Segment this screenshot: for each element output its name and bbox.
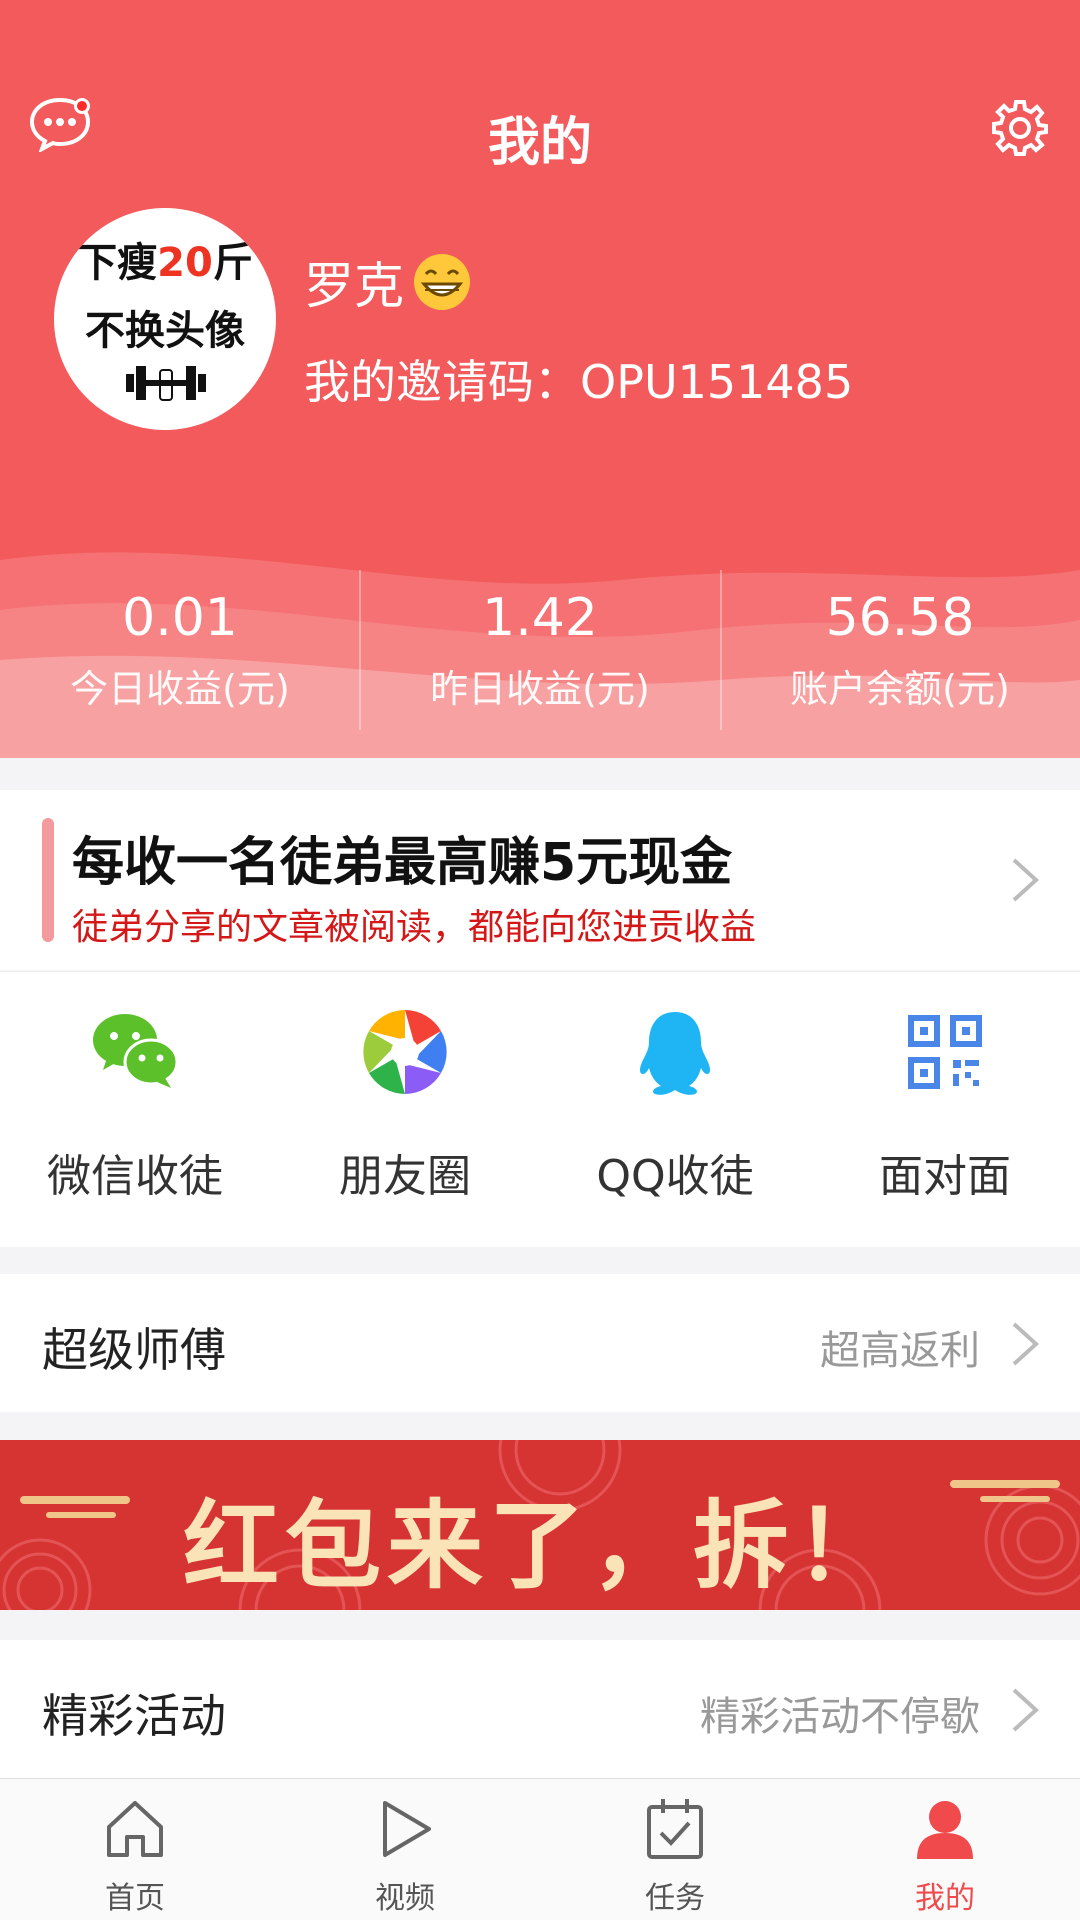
events-row[interactable]: 精彩活动 精彩活动不停歇 xyxy=(0,1640,1080,1778)
qq-icon xyxy=(640,1012,710,1095)
tab-label: 我的 xyxy=(915,1881,975,1916)
avatar-text-line2: 不换头像 xyxy=(85,308,245,354)
share-qq[interactable]: QQ收徒 xyxy=(540,1002,810,1204)
stat-yesterday-earnings[interactable]: 1.42 昨日收益(元) xyxy=(360,588,720,713)
red-packet-banner[interactable]: 红包来了，拆！ xyxy=(0,1440,1080,1610)
promo-headline: 每收一名徒弟最高赚5元现金 xyxy=(72,833,733,893)
avatar-text-line1: 下瘦20斤 xyxy=(54,230,276,288)
row-hint: 超高返利 xyxy=(820,1328,980,1374)
invite-code-value: OPU151485 xyxy=(580,355,854,409)
stat-label: 账户余额(元) xyxy=(790,667,1010,711)
super-master-row[interactable]: 超级师傅 超高返利 xyxy=(0,1274,1080,1412)
avatar[interactable]: 下瘦20斤 不换头像 xyxy=(54,208,276,430)
tab-label: 首页 xyxy=(105,1881,165,1916)
stat-label: 今日收益(元) xyxy=(70,667,290,711)
page-title: 我的 xyxy=(487,113,592,173)
tab-home[interactable]: 首页 xyxy=(0,1795,270,1917)
username: 罗克 xyxy=(304,246,474,318)
stat-value: 0.01 xyxy=(122,588,238,648)
share-face-to-face[interactable]: 面对面 xyxy=(810,1002,1080,1204)
tab-task[interactable]: 任务 xyxy=(540,1795,810,1917)
tab-label: 视频 xyxy=(375,1881,435,1916)
invite-code[interactable]: 我的邀请码：OPU151485 xyxy=(304,346,853,412)
stat-today-earnings[interactable]: 0.01 今日收益(元) xyxy=(0,588,360,713)
qrcode-icon xyxy=(908,1015,982,1089)
stat-value: 56.58 xyxy=(825,588,975,648)
tab-label: 任务 xyxy=(645,1881,705,1916)
play-icon xyxy=(383,1801,431,1857)
stat-value: 1.42 xyxy=(482,588,598,648)
banner-text: 红包来了，拆！ xyxy=(183,1490,897,1602)
row-title: 精彩活动 xyxy=(42,1689,226,1743)
promo-accent-bar xyxy=(42,818,54,942)
gear-icon[interactable] xyxy=(990,98,1050,158)
avatar-text-b: 20 xyxy=(157,240,213,286)
task-icon xyxy=(647,1799,703,1859)
dumbbell-icon xyxy=(126,366,206,401)
share-label: QQ收徒 xyxy=(596,1151,754,1202)
stat-label: 昨日收益(元) xyxy=(430,667,650,711)
share-moments[interactable]: 朋友圈 xyxy=(270,1002,540,1204)
user-icon xyxy=(917,1801,973,1859)
tab-mine[interactable]: 我的 xyxy=(810,1795,1080,1917)
invite-label: 我的邀请码： xyxy=(304,355,580,409)
chevron-right-icon xyxy=(1012,858,1039,902)
profile-header: 我的 下瘦20斤 不换头像 罗克 我的邀请码：OPU151485 0.01 今日… xyxy=(0,0,1080,758)
moments-icon xyxy=(363,1010,447,1094)
username-text: 罗克 xyxy=(304,257,404,315)
wechat-icon xyxy=(93,1014,179,1088)
share-label: 面对面 xyxy=(879,1151,1011,1202)
share-wechat[interactable]: 微信收徒 xyxy=(0,1002,270,1204)
row-hint: 精彩活动不停歇 xyxy=(700,1694,980,1740)
share-label: 朋友圈 xyxy=(339,1151,471,1202)
bottom-tab-bar: 首页 视频 任务 我的 xyxy=(0,1778,1080,1920)
chevron-right-icon xyxy=(1012,1688,1039,1732)
avatar-text-c: 斤 xyxy=(212,240,253,286)
grin-emoji-icon xyxy=(414,254,470,310)
share-options: 微信收徒 朋友圈 QQ收徒 面对面 xyxy=(0,971,1080,1247)
chevron-right-icon xyxy=(1012,1322,1039,1366)
row-title: 超级师傅 xyxy=(42,1323,226,1377)
promo-subline: 徒弟分享的文章被阅读，都能向您进贡收益 xyxy=(72,907,757,948)
avatar-text-a: 下瘦 xyxy=(77,240,158,286)
recruit-promo-card[interactable]: 每收一名徒弟最高赚5元现金 徒弟分享的文章被阅读，都能向您进贡收益 xyxy=(0,790,1080,970)
tab-video[interactable]: 视频 xyxy=(270,1795,540,1917)
stat-account-balance[interactable]: 56.58 账户余额(元) xyxy=(720,588,1080,713)
share-label: 微信收徒 xyxy=(47,1151,223,1202)
home-icon xyxy=(107,1801,163,1857)
